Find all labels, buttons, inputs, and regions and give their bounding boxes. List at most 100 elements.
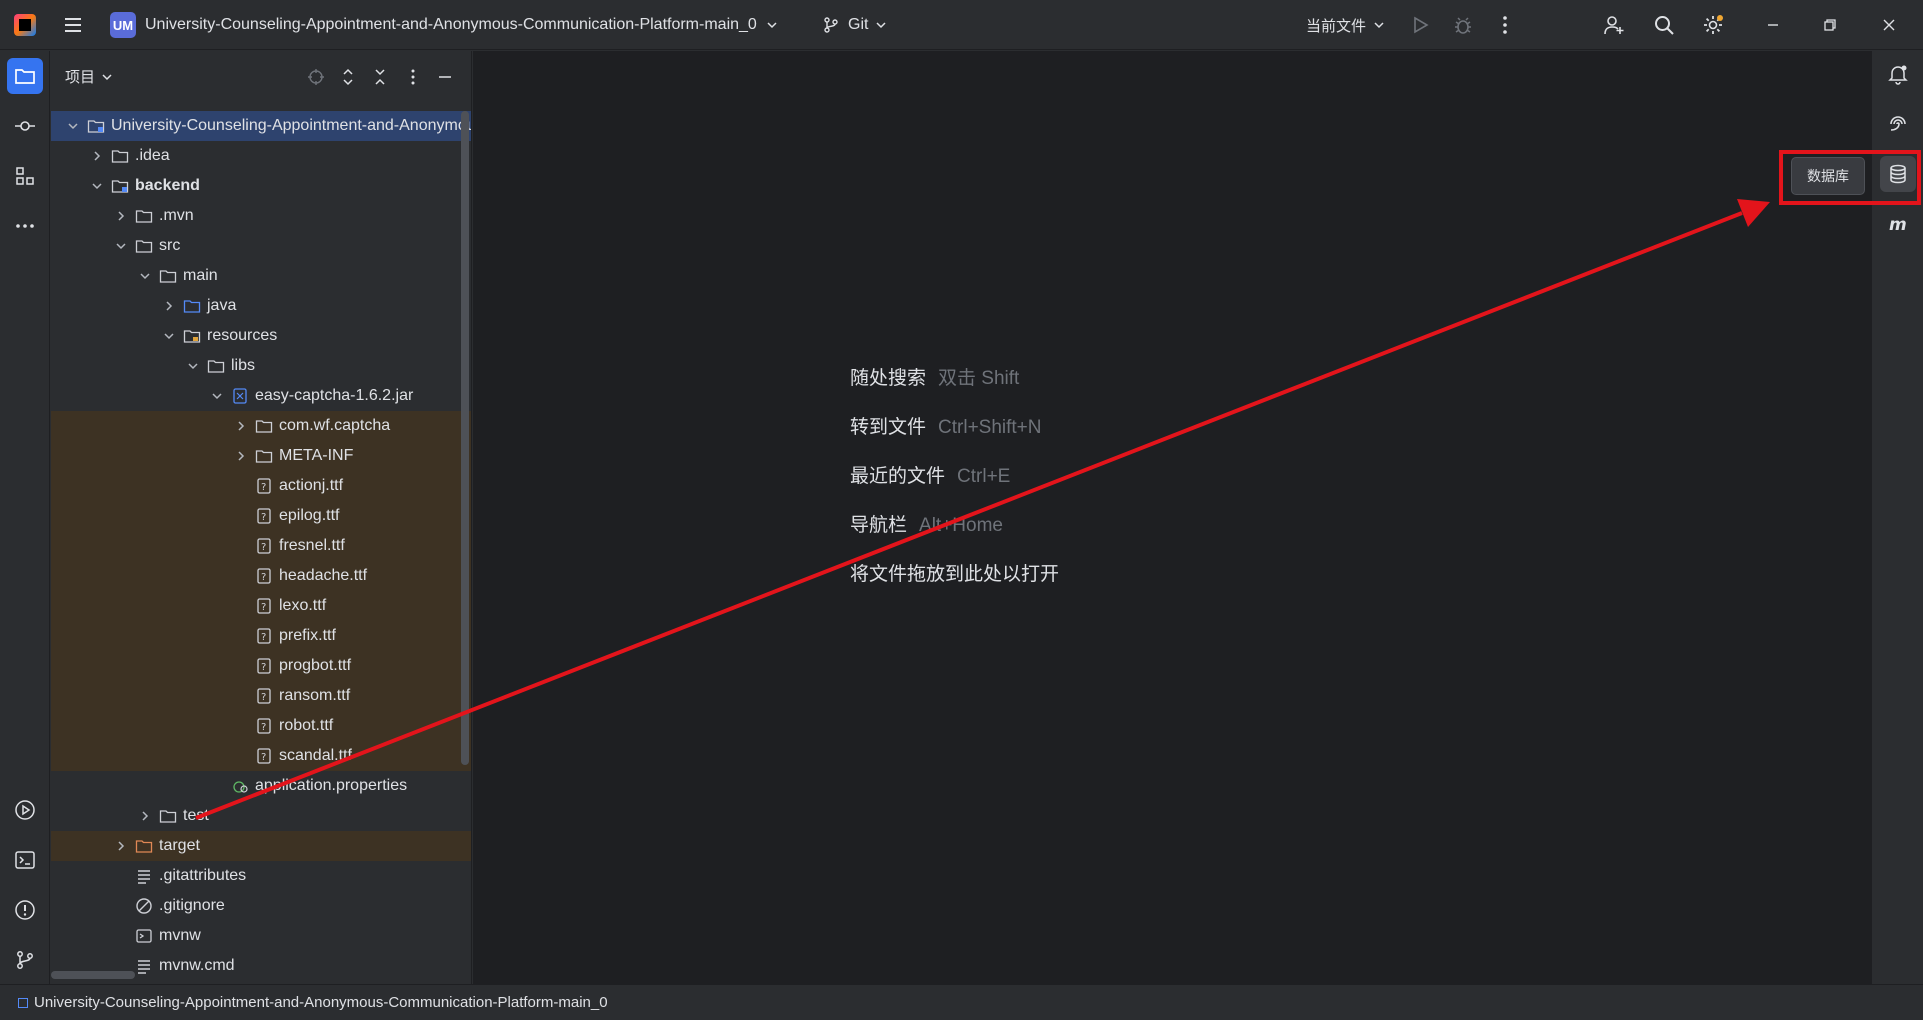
tree-row[interactable]: ? epilog.ttf (51, 501, 471, 531)
tree-row[interactable]: .gitignore (51, 891, 471, 921)
tree-row[interactable]: easy-captcha-1.6.2.jar (51, 381, 471, 411)
tree-row[interactable]: mvnw (51, 921, 471, 951)
tree-row[interactable]: ? headache.ttf (51, 561, 471, 591)
resource-folder-icon (183, 327, 201, 345)
tree-row[interactable]: META-INF (51, 441, 471, 471)
tree-row[interactable]: ? prefix.ttf (51, 621, 471, 651)
tree-row[interactable]: com.wf.captcha (51, 411, 471, 441)
tree-row-label: mvnw (159, 927, 201, 944)
expand-all-icon[interactable] (336, 65, 360, 89)
tree-row[interactable]: target (51, 831, 471, 861)
hide-panel-icon[interactable] (433, 65, 457, 89)
collapse-all-icon[interactable] (368, 65, 392, 89)
restore-icon[interactable] (1813, 8, 1847, 42)
run-icon[interactable] (1403, 8, 1437, 42)
tree-row-label: java (207, 297, 237, 314)
jar-icon (231, 387, 249, 405)
git-icon[interactable] (7, 942, 43, 978)
status-bar: University-Counseling-Appointment-and-An… (0, 984, 1923, 1020)
tree-row-label: application.properties (255, 777, 408, 794)
chevron-down-icon[interactable] (137, 268, 153, 284)
search-icon[interactable] (1647, 8, 1681, 42)
problems-icon[interactable] (7, 892, 43, 928)
tree-row-label: prefix.ttf (279, 627, 336, 644)
close-icon[interactable] (1872, 8, 1906, 42)
chevron-right-icon[interactable] (89, 148, 105, 164)
tree-row[interactable]: ? fresnel.ttf (51, 531, 471, 561)
app-logo[interactable] (14, 14, 36, 36)
ai-assistant-icon[interactable] (1880, 106, 1916, 142)
tree-row[interactable]: backend (51, 171, 471, 201)
tree-row[interactable]: ? scandal.ttf (51, 741, 471, 771)
tree-row[interactable]: main (51, 261, 471, 291)
chevron-down-icon[interactable] (161, 328, 177, 344)
more-tools-icon[interactable] (7, 208, 43, 244)
properties-file-icon (231, 777, 249, 795)
tree-row-label: .gitignore (159, 897, 225, 914)
chevron-down-icon[interactable] (209, 388, 225, 404)
project-view-selector[interactable]: 项目 (65, 66, 113, 87)
settings-icon[interactable] (1696, 8, 1730, 42)
tree-row[interactable]: University-Counseling-Appointment-and-An… (51, 111, 471, 141)
tree-row[interactable]: .idea (51, 141, 471, 171)
run-tool-icon[interactable] (7, 792, 43, 828)
more-icon[interactable] (1488, 8, 1522, 42)
locate-icon[interactable] (304, 65, 328, 89)
terminal-icon[interactable] (7, 842, 43, 878)
chevron-down-icon[interactable] (185, 358, 201, 374)
vertical-scrollbar[interactable] (461, 111, 469, 765)
status-breadcrumb[interactable]: University-Counseling-Appointment-and-An… (34, 994, 608, 1011)
horizontal-scrollbar[interactable] (51, 971, 135, 979)
vcs-widget[interactable]: Git (822, 0, 887, 50)
tree-row[interactable]: ? robot.ttf (51, 711, 471, 741)
hint-search-everywhere: 随处搜索 双击 Shift (850, 363, 1019, 390)
tree-row[interactable]: ? lexo.ttf (51, 591, 471, 621)
tree-row-label: headache.ttf (279, 567, 368, 584)
tree-row-label: ransom.ttf (279, 687, 351, 704)
chevron-right-icon[interactable] (161, 298, 177, 314)
tree-row[interactable]: libs (51, 351, 471, 381)
unknown-file-icon: ? (255, 687, 273, 705)
tree-row-label: main (183, 267, 218, 284)
hint-navigation-bar: 导航栏 Alt+Home (850, 510, 1003, 537)
project-switcher[interactable]: UM University-Counseling-Appointment-and… (110, 0, 778, 50)
editor-empty-area[interactable]: 随处搜索 双击 Shift 转到文件 Ctrl+Shift+N 最近的文件 Ctrl+… (473, 51, 1871, 984)
options-icon[interactable] (401, 65, 425, 89)
project-icon[interactable] (7, 58, 43, 94)
chevron-down-icon[interactable] (89, 178, 105, 194)
chevron-right-icon[interactable] (233, 418, 249, 434)
tree-row[interactable]: java (51, 291, 471, 321)
module-folder-icon (111, 177, 129, 195)
tree-row[interactable]: ? actionj.ttf (51, 471, 471, 501)
notifications-icon[interactable] (1880, 56, 1916, 92)
debug-icon[interactable] (1446, 8, 1480, 42)
tree-row[interactable]: test (51, 801, 471, 831)
tree-row[interactable]: .mvn (51, 201, 471, 231)
tree-row[interactable]: .gitattributes (51, 861, 471, 891)
annotation-highlight-box (1779, 150, 1921, 205)
tree-row[interactable]: ? ransom.ttf (51, 681, 471, 711)
chevron-down-icon[interactable] (65, 118, 81, 134)
minimize-icon[interactable] (1756, 8, 1790, 42)
tree-row-label: resources (207, 327, 278, 344)
commit-icon[interactable] (7, 108, 43, 144)
tree-row[interactable]: resources (51, 321, 471, 351)
hint-shortcut: 双击 Shift (938, 368, 1020, 389)
chevron-down-icon (1374, 22, 1384, 29)
tree-row[interactable]: ? progbot.ttf (51, 651, 471, 681)
maven-icon[interactable]: m (1880, 206, 1916, 242)
chevron-right-icon[interactable] (113, 208, 129, 224)
main-menu-icon[interactable] (56, 8, 90, 42)
structure-icon[interactable] (7, 158, 43, 194)
run-config-selector[interactable]: 当前文件 (1306, 0, 1385, 50)
tree-row[interactable]: application.properties (51, 771, 471, 801)
add-user-icon[interactable] (1597, 8, 1631, 42)
chevron-right-icon[interactable] (233, 448, 249, 464)
chevron-down-icon[interactable] (113, 238, 129, 254)
tree-row[interactable]: src (51, 231, 471, 261)
chevron-right-icon[interactable] (113, 838, 129, 854)
tree-row-label: easy-captcha-1.6.2.jar (255, 387, 414, 404)
chevron-right-icon[interactable] (137, 808, 153, 824)
